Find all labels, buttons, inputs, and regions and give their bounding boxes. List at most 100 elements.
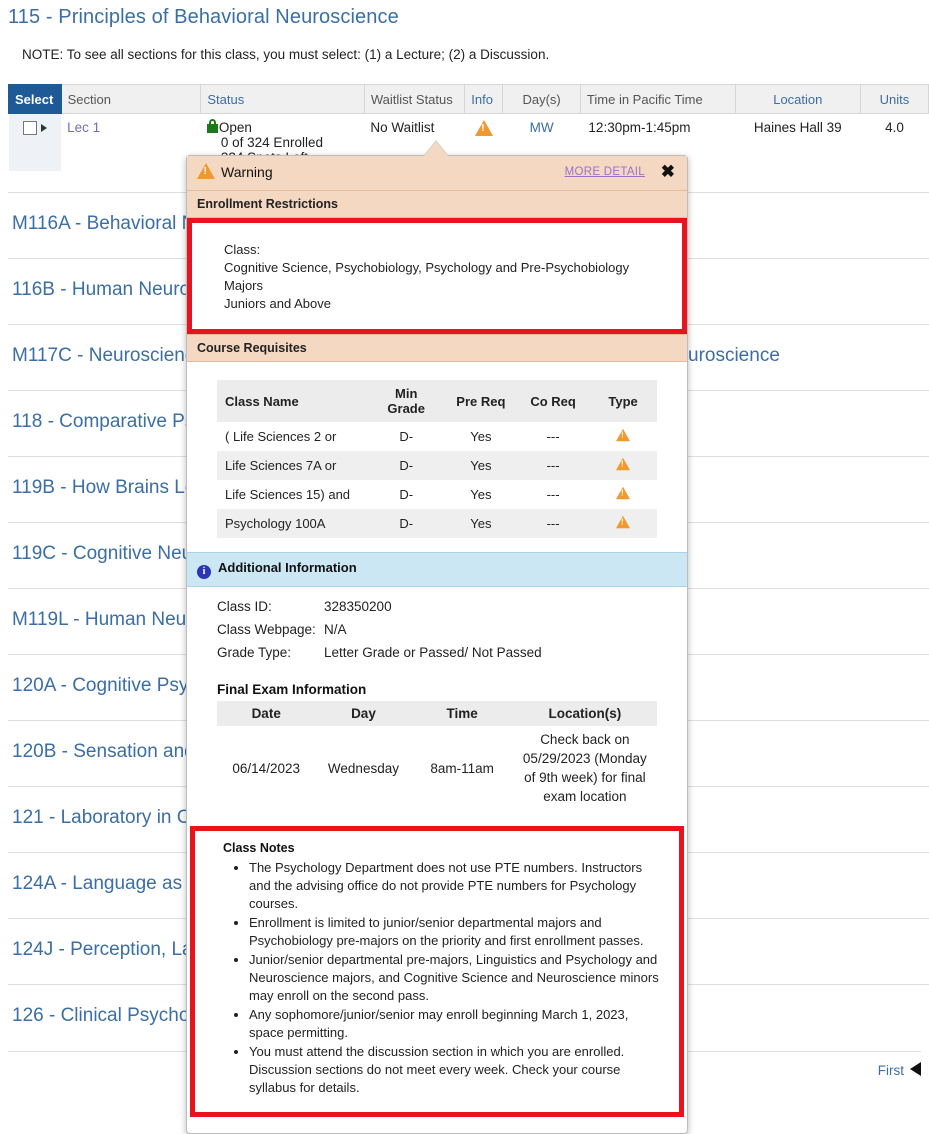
page-title: 115 - Principles of Behavioral Neuroscie…	[8, 6, 399, 28]
class-notes-list: The Psychology Department does not use P…	[223, 859, 665, 1097]
column-header-units[interactable]: Units	[859, 84, 929, 114]
final-exam-column-header: Location(s)	[512, 701, 657, 726]
additional-info-key: Class Webpage:	[217, 622, 316, 637]
close-icon[interactable]: ✖	[661, 162, 675, 182]
requisites-column-header: Pre Req	[444, 380, 517, 422]
requisites-cell-min-grade: D-	[399, 487, 414, 502]
course-requisites-table: Class Name Min Grade Pre Req Co Req Type ( L…	[217, 380, 657, 538]
requisites-row: Life Sciences 7A or D- Yes ---	[217, 451, 657, 480]
enrollment-restriction-line: Juniors and Above	[224, 296, 331, 311]
requisites-cell-pre-req: Yes	[470, 487, 492, 502]
additional-info-value: N/A	[324, 622, 347, 637]
column-header-days[interactable]: Day(s)	[502, 84, 581, 114]
popup-warning-label: Warning	[221, 164, 273, 180]
requisites-cell-min-grade: D-	[367, 509, 445, 538]
requisites-cell-class-name: Life Sciences 7A or	[217, 451, 368, 480]
enrollment-restriction-line: Class:	[224, 242, 261, 257]
section-link[interactable]: Lec 1	[67, 120, 100, 135]
class-notes-title: Class Notes	[223, 841, 295, 855]
requisites-cell-class-name: Life Sciences 15) and	[225, 487, 351, 502]
info-circle-icon: i	[197, 565, 211, 579]
warning-triangle-icon[interactable]	[474, 120, 493, 136]
course-list-item-label-tail[interactable]: uroscience	[688, 345, 780, 367]
days-link[interactable]: MW	[530, 120, 554, 135]
requisites-column-header: Min Grade	[367, 380, 445, 422]
enrollment-restrictions-body: Class: Cognitive Science, Psychobiology, …	[192, 223, 682, 329]
requisites-cell-type	[589, 422, 657, 451]
status-enrolled: 0 of 324 Enrolled	[220, 135, 323, 150]
final-exam-title: Final Exam Information	[217, 682, 367, 697]
select-cell[interactable]	[8, 113, 62, 171]
sections-table-header-row: Select Section Status Waitlist Status In…	[8, 84, 929, 114]
final-exam-header-row: Date Day Time Location(s)	[217, 701, 657, 726]
status-label: Open	[218, 120, 252, 135]
enrollment-restrictions-title: Enrollment Restrictions	[187, 191, 687, 218]
requisites-cell-type	[589, 480, 657, 509]
additional-info-row: Class Webpage: N/A	[217, 622, 687, 637]
enrollment-restriction-line: Cognitive Science, Psychobiology, Psycho…	[224, 260, 630, 275]
additional-info-value: 328350200	[324, 599, 392, 614]
final-exam-time: 8am-11am	[430, 760, 494, 776]
column-header-info[interactable]: Info	[464, 84, 504, 114]
requisites-cell-pre-req: Yes	[444, 451, 517, 480]
requisites-header-row: Class Name Min Grade Pre Req Co Req Type	[217, 380, 657, 422]
open-lock-icon	[206, 119, 218, 133]
column-header-waitlist-status[interactable]: Waitlist Status	[363, 84, 466, 114]
requisites-cell-co-req: ---	[516, 509, 590, 538]
final-exam-date: 06/14/2023	[232, 760, 300, 776]
final-exam-day: Wednesday	[327, 760, 399, 776]
class-note-item: You must attend the discussion section i…	[249, 1043, 665, 1097]
class-notes-body: Class Notes The Psychology Department do…	[195, 831, 679, 1112]
final-exam-column-header: Day	[315, 701, 412, 726]
more-detail-link[interactable]: MORE DETAIL	[565, 166, 645, 178]
warning-triangle-icon	[197, 163, 215, 179]
column-header-time[interactable]: Time in Pacific Time	[579, 84, 736, 114]
popup-caret-icon	[424, 141, 448, 156]
class-note-item: Junior/senior departmental pre-majors, L…	[249, 951, 665, 1005]
additional-info-row: Grade Type: Letter Grade or Passed/ Not P…	[217, 645, 687, 660]
course-requisites-body: Class Name Min Grade Pre Req Co Req Type ( L…	[187, 362, 687, 552]
pagination-prev-icon[interactable]	[910, 1062, 921, 1076]
requisites-row: Psychology 100A D- Yes ---	[217, 509, 657, 538]
requisites-cell-co-req: ---	[546, 487, 560, 502]
requisites-cell-class-name: Psychology 100A	[217, 509, 368, 538]
note-text: NOTE: To see all sections for this class…	[22, 47, 550, 62]
additional-information-label: Additional Information	[218, 560, 357, 575]
enrollment-restrictions-highlight: Class: Cognitive Science, Psychobiology, …	[187, 218, 687, 334]
column-header-status[interactable]: Status	[200, 84, 365, 114]
requisites-cell-co-req: ---	[546, 429, 560, 444]
class-note-item: The Psychology Department does not use P…	[249, 859, 665, 913]
additional-information-title: i Additional Information	[187, 552, 687, 587]
requisites-column-header: Type	[589, 380, 657, 422]
additional-info-value: Letter Grade or Passed/ Not Passed	[324, 645, 542, 660]
final-exam-row: 06/14/2023 Wednesday 8am-11am Check back…	[217, 726, 657, 810]
final-exam-location: Check back on 05/29/2023 (Monday of 9th …	[522, 732, 647, 804]
column-header-select[interactable]: Select	[8, 84, 62, 114]
pagination-first-link[interactable]: First	[878, 1063, 904, 1078]
requisites-cell-type	[589, 509, 657, 538]
section-cell: Lec 1	[61, 114, 201, 172]
class-note-item: Enrollment is limited to junior/senior d…	[249, 914, 665, 950]
requisites-column-header: Co Req	[516, 380, 590, 422]
requisites-cell-co-req: ---	[516, 451, 590, 480]
requisites-cell-min-grade: D-	[367, 451, 445, 480]
requisites-row: ( Life Sciences 2 or D- Yes ---	[217, 422, 657, 451]
warning-triangle-icon	[616, 486, 631, 500]
additional-info-key: Class ID:	[217, 599, 272, 614]
column-header-section[interactable]: Section	[60, 84, 202, 114]
requisites-column-header: Class Name	[217, 380, 368, 422]
units-cell: 4.0	[885, 120, 904, 135]
expand-caret-icon[interactable]	[40, 124, 47, 133]
final-exam-column-header: Time	[411, 701, 513, 726]
location-cell: Haines Hall 39	[753, 120, 842, 135]
column-header-location[interactable]: Location	[734, 84, 861, 114]
requisites-cell-pre-req: Yes	[470, 429, 492, 444]
course-requisites-title: Course Requisites	[187, 334, 687, 362]
final-exam-table: Date Day Time Location(s) 06/14/2023 Wednes…	[217, 701, 657, 810]
warning-triangle-icon	[616, 457, 631, 471]
requisites-cell-pre-req: Yes	[444, 509, 517, 538]
class-detail-popup: Warning MORE DETAIL ✖ Enrollment Restric…	[186, 155, 688, 1134]
additional-info-key: Grade Type:	[217, 645, 292, 660]
select-checkbox[interactable]	[22, 121, 37, 136]
additional-information-body: Class ID: 328350200 Class Webpage: N/A Grade…	[187, 587, 687, 672]
